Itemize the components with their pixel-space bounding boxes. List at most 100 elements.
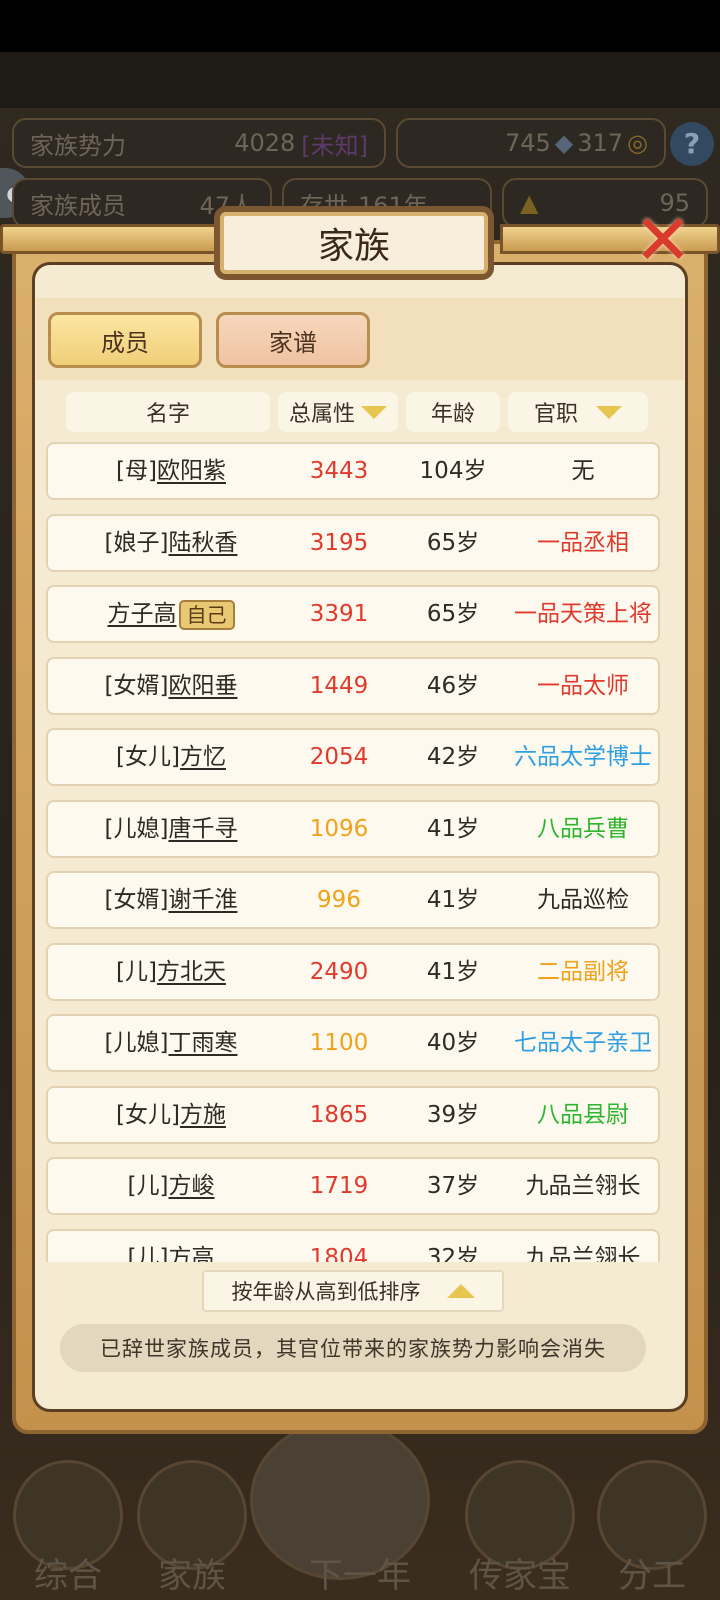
member-row[interactable]: [儿]方北天 2490 41岁 二品副将	[46, 942, 660, 1001]
member-attr: 2490	[309, 958, 369, 985]
column-header-name-label: 名字	[145, 402, 190, 427]
member-title: 八品县尉	[537, 1101, 629, 1128]
member-age: 65岁	[426, 601, 480, 627]
member-attr: 1719	[309, 1173, 369, 1199]
silver-value: 745	[504, 129, 551, 157]
member-name-link[interactable]: 方高	[168, 1245, 214, 1263]
member-name-link[interactable]: 丁雨寒	[168, 1030, 237, 1056]
nav-overview[interactable]: 综合	[8, 1460, 128, 1600]
family-power-pill: 家族势力 4028 [未知]	[12, 118, 386, 168]
member-age: 40岁	[426, 1030, 480, 1056]
column-header-title-label: 官职	[533, 402, 578, 427]
member-attr: 996	[317, 887, 361, 913]
coin-value: 317	[577, 129, 624, 157]
member-name-link[interactable]: 方施	[180, 1102, 226, 1128]
member-attr: 2054	[309, 744, 369, 770]
member-title: 九品巡检	[537, 887, 629, 913]
member-row[interactable]: [母]欧阳紫 3443 104岁 无	[46, 442, 660, 500]
member-title: 八品兵曹	[537, 815, 629, 842]
member-row[interactable]: [儿媳]唐千寻 1096 41岁 八品兵曹	[46, 799, 660, 858]
member-attr: 3195	[309, 529, 369, 556]
member-name-link[interactable]: 唐千寻	[168, 816, 237, 842]
member-name-link[interactable]: 方峻	[168, 1173, 214, 1199]
member-title: 一品天策上将	[514, 601, 652, 627]
member-row[interactable]: [儿媳]丁雨寒 1100 40岁 七品太子亲卫	[46, 1014, 660, 1072]
nav-heirloom[interactable]: 传家宝	[460, 1460, 580, 1600]
member-name-link[interactable]: 谢千淮	[168, 887, 237, 913]
close-button[interactable]: ✕	[628, 205, 698, 275]
column-header-age: 年龄	[406, 392, 500, 432]
help-icon[interactable]: ?	[670, 122, 714, 166]
member-relation: [儿]	[116, 958, 157, 985]
member-relation: [女婿]	[104, 672, 169, 699]
member-name-link[interactable]: 欧阳垂	[168, 673, 237, 699]
member-name-cell: [儿]方北天	[48, 945, 294, 999]
member-name-cell: [儿媳]唐千寻	[48, 802, 294, 856]
member-attr: 1100	[309, 1030, 369, 1056]
member-row[interactable]: [儿]方高 1804 32岁 九品兰翎长	[46, 1228, 660, 1263]
member-attr: 1804	[309, 1244, 369, 1263]
column-header-name: 名字	[66, 392, 270, 432]
member-name-cell: [女婿]谢千淮	[48, 873, 294, 927]
tab-genealogy[interactable]: 家谱	[216, 312, 370, 368]
member-name-link[interactable]: 方忆	[180, 744, 226, 770]
member-age: 39岁	[426, 1101, 480, 1128]
member-attr: 1096	[309, 815, 369, 842]
member-title: 一品太师	[537, 672, 629, 699]
nav-family[interactable]: 家族	[132, 1460, 252, 1600]
member-relation: [女儿]	[116, 744, 180, 770]
member-relation: [女儿]	[116, 1101, 180, 1128]
column-header-title[interactable]: 官职	[508, 392, 648, 432]
member-age: 37岁	[426, 1173, 480, 1199]
member-age: 46岁	[426, 672, 480, 699]
member-row[interactable]: [女儿]方施 1865 39岁 八品县尉	[46, 1085, 660, 1144]
member-relation: [儿媳]	[104, 815, 169, 842]
notice-text: 已辞世家族成员，其官位带来的家族势力影响会消失	[60, 1324, 646, 1372]
nav-heirloom-label: 传家宝	[469, 1556, 571, 1596]
filter-down-icon	[596, 405, 622, 419]
currency-pill: 745 ◆ 317 ◎	[396, 118, 666, 168]
nav-division[interactable]: 分工	[592, 1460, 712, 1600]
coin-icon: ◎	[627, 129, 648, 157]
tab-members[interactable]: 成员	[48, 312, 202, 368]
member-relation: [母]	[116, 458, 157, 484]
member-name-link[interactable]: 陆秋香	[168, 530, 237, 556]
member-row[interactable]: 方子高 自己 3391 65岁 一品天策上将	[46, 585, 660, 643]
member-age: 41岁	[426, 958, 480, 985]
column-header-attr[interactable]: 总属性	[278, 392, 398, 432]
dialog-title: 家族	[214, 206, 494, 280]
member-name-link[interactable]: 方北天	[157, 959, 226, 985]
member-name-link[interactable]: 欧阳紫	[157, 458, 226, 484]
column-header-attr-label: 总属性	[288, 402, 355, 427]
member-name-cell: [娘子]陆秋香	[48, 516, 294, 570]
member-title: 一品丞相	[537, 529, 629, 556]
member-row[interactable]: [女婿]欧阳垂 1449 46岁 一品太师	[46, 656, 660, 715]
sort-button[interactable]: 按年龄从高到低排序	[202, 1270, 504, 1312]
member-name-cell: [女儿]方施	[48, 1088, 294, 1142]
member-list[interactable]: [母]欧阳紫 3443 104岁 无 [娘子]陆秋香 3195 65岁 一品丞相 方子高 自己 33…	[44, 440, 674, 1262]
family-power-rank: [未知]	[301, 131, 368, 160]
member-age: 104岁	[419, 458, 487, 484]
member-row[interactable]: [娘子]陆秋香 3195 65岁 一品丞相	[46, 513, 660, 572]
member-name-cell: [儿]方高	[48, 1231, 294, 1263]
member-relation: [儿媳]	[104, 1030, 169, 1056]
member-name-cell: [母]欧阳紫	[48, 444, 294, 498]
member-row[interactable]: [女婿]谢千淮 996 41岁 九品巡检	[46, 871, 660, 929]
member-name-link[interactable]: 方子高	[108, 601, 177, 627]
nav-next-year[interactable]: 下一年	[250, 1420, 440, 1600]
gold-ingot-icon: ▲	[520, 189, 539, 217]
member-row[interactable]: [女儿]方忆 2054 42岁 六品太学博士	[46, 728, 660, 786]
nav-overview-label: 综合	[34, 1556, 102, 1596]
member-row[interactable]: [儿]方峻 1719 37岁 九品兰翎长	[46, 1157, 660, 1215]
self-badge: 自己	[178, 599, 235, 630]
member-name-cell: [儿]方峻	[48, 1159, 294, 1213]
nav-family-label: 家族	[158, 1556, 226, 1596]
bottom-nav: 综合 家族 下一年 传家宝 分工	[0, 1420, 720, 1600]
member-title: 二品副将	[537, 958, 629, 985]
member-title: 七品太子亲卫	[514, 1030, 652, 1056]
family-power-value: 4028	[234, 129, 296, 157]
member-name-cell: [女婿]欧阳垂	[48, 659, 294, 713]
member-relation: [女婿]	[104, 887, 169, 913]
nav-next-year-label: 下一年	[309, 1556, 411, 1596]
member-age: 65岁	[426, 529, 480, 556]
